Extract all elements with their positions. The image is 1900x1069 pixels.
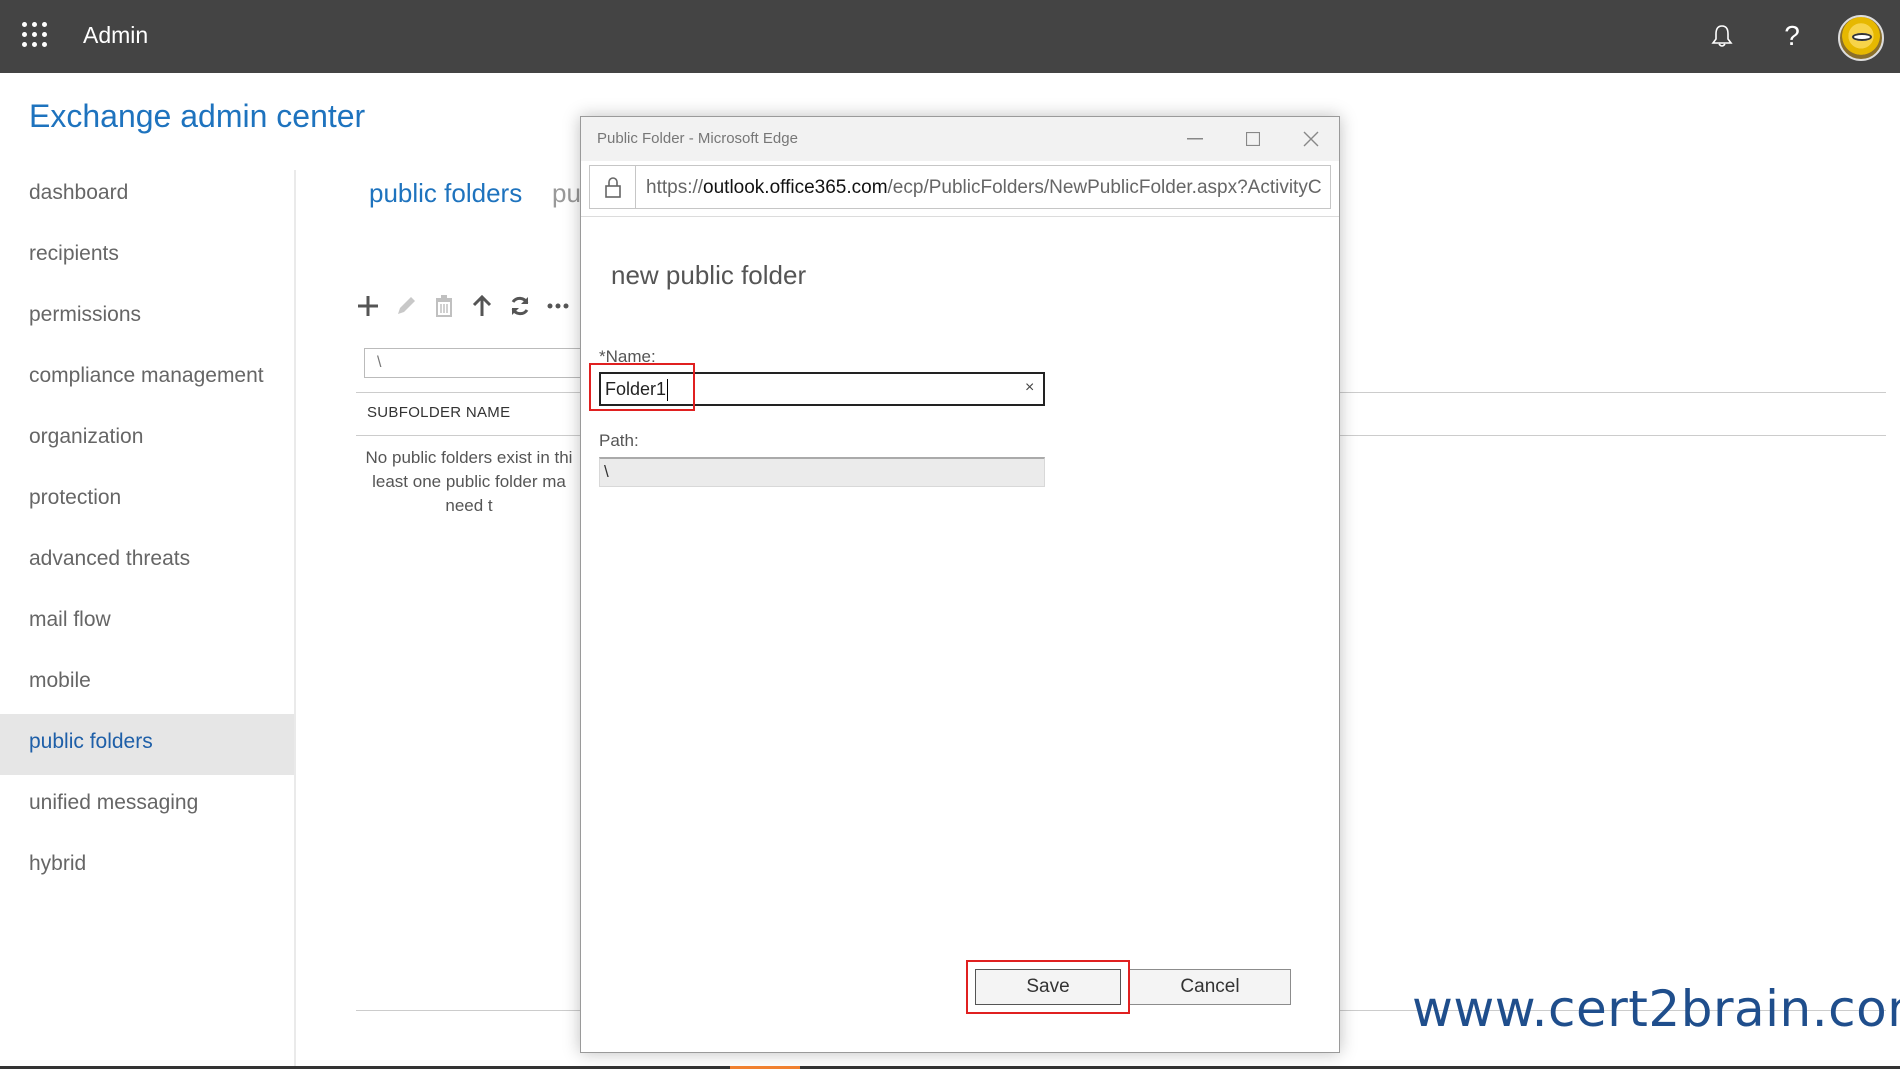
- maximize-icon[interactable]: [1235, 123, 1271, 155]
- tab-public-folder-mailboxes[interactable]: pu: [552, 178, 581, 209]
- top-bar: Admin ?: [0, 0, 1900, 73]
- nav-item-recipients[interactable]: recipients: [0, 226, 295, 287]
- toolbar: [357, 292, 569, 320]
- window-titlebar[interactable]: Public Folder - Microsoft Edge: [581, 117, 1339, 161]
- minimize-icon[interactable]: [1177, 123, 1213, 155]
- folder-path-field[interactable]: \: [364, 348, 594, 378]
- name-label: *Name:: [599, 347, 656, 366]
- help-icon[interactable]: ?: [1772, 16, 1812, 56]
- close-icon[interactable]: [1293, 123, 1329, 155]
- app-title: Admin: [83, 22, 149, 48]
- nav-item-protection[interactable]: protection: [0, 470, 295, 531]
- watermark-text: www.cert2brain.com: [1412, 980, 1900, 1038]
- tab-public-folders[interactable]: public folders: [369, 178, 522, 209]
- address-bar[interactable]: https://outlook.office365.com/ecp/Public…: [589, 165, 1331, 209]
- nav-item-organization[interactable]: organization: [0, 409, 295, 470]
- empty-list-message: No public folders exist in thi least one…: [365, 448, 573, 515]
- column-header-subfolder-name[interactable]: SUBFOLDER NAME: [367, 404, 510, 421]
- nav-item-permissions[interactable]: permissions: [0, 287, 295, 348]
- clear-name-icon[interactable]: ×: [1025, 379, 1034, 397]
- add-icon[interactable]: [357, 292, 379, 320]
- cancel-button[interactable]: Cancel: [1129, 969, 1291, 1005]
- new-public-folder-window: Public Folder - Microsoft Edge https://o…: [580, 116, 1340, 1053]
- nav-item-hybrid[interactable]: hybrid: [0, 836, 295, 897]
- path-field: \: [599, 457, 1045, 487]
- nav-item-compliance-management[interactable]: compliance management: [0, 348, 295, 409]
- edit-icon[interactable]: [395, 292, 417, 320]
- left-nav: dashboard recipients permissions complia…: [0, 165, 295, 897]
- avatar[interactable]: [1838, 15, 1884, 61]
- name-input[interactable]: Folder1: [599, 372, 1045, 406]
- move-up-icon[interactable]: [471, 292, 493, 320]
- lock-icon[interactable]: [602, 176, 624, 198]
- nav-item-mail-flow[interactable]: mail flow: [0, 592, 295, 653]
- page-title: Exchange admin center: [29, 98, 366, 134]
- refresh-icon[interactable]: [509, 292, 531, 320]
- nav-item-unified-messaging[interactable]: unified messaging: [0, 775, 295, 836]
- path-label: Path:: [599, 431, 639, 450]
- bell-icon[interactable]: [1702, 16, 1742, 56]
- address-url[interactable]: https://outlook.office365.com/ecp/Public…: [646, 177, 1326, 199]
- form-title: new public folder: [611, 260, 807, 290]
- save-button[interactable]: Save: [975, 969, 1121, 1005]
- nav-item-public-folders[interactable]: public folders: [0, 714, 295, 775]
- delete-icon[interactable]: [433, 292, 455, 320]
- nav-item-advanced-threats[interactable]: advanced threats: [0, 531, 295, 592]
- nav-divider: [294, 170, 296, 1069]
- more-icon[interactable]: [547, 292, 569, 320]
- app-launcher-icon[interactable]: [22, 22, 48, 48]
- window-title: Public Folder - Microsoft Edge: [597, 130, 798, 147]
- nav-item-dashboard[interactable]: dashboard: [0, 165, 295, 226]
- nav-item-mobile[interactable]: mobile: [0, 653, 295, 714]
